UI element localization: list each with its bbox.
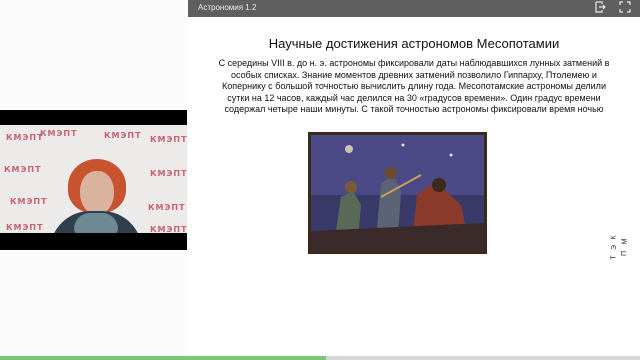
speaker-scarf [74,213,118,233]
backdrop-logo: КМЭПТ [104,131,142,140]
vertical-logo-letter: Э [611,244,619,251]
backdrop-logo: КМЭПТ [150,135,187,144]
video-progress-fill [0,356,327,360]
vertical-logo: К Э Т М П [610,232,632,266]
backdrop-logo: КМЭПТ [150,225,187,233]
vertical-logo-letter: Т [610,255,618,260]
slide-body-text: С середины VIII в. до н. э. астрономы фи… [218,58,610,114]
slide-header: Астрономия 1.2 [188,0,640,17]
exit-icon[interactable] [593,1,607,15]
speaker-face [80,171,114,215]
vertical-logo-letter: М [621,238,629,245]
backdrop-logo: КМЭПТ [10,197,48,206]
fullscreen-icon[interactable] [618,1,632,15]
backdrop-logo: КМЭПТ [6,223,44,232]
astronomers-illustration [308,132,487,254]
backdrop-logo: КМЭПТ [6,133,44,142]
slide-heading: Научные достижения астрономов Месопотами… [268,36,560,51]
webcam-video: КМЭПТ КМЭПТ КМЭПТ КМЭПТ КМЭПТ КМЭПТ КМЭПТ КМЭПТ… [0,125,187,233]
backdrop-logo: КМЭПТ [40,129,78,138]
vertical-logo-letter: П [621,250,629,257]
backdrop-logo: КМЭПТ [4,165,42,174]
backdrop-logo: КМЭПТ [148,203,186,212]
presentation-slide: Астрономия 1.2 Научные достижения астрон… [188,0,640,356]
webcam-panel: КМЭПТ КМЭПТ КМЭПТ КМЭПТ КМЭПТ КМЭПТ КМЭПТ КМЭПТ… [0,110,187,250]
backdrop-logo: КМЭПТ [150,169,187,178]
video-progress-bar[interactable] [0,356,640,360]
slide-title: Астрономия 1.2 [198,3,257,12]
vertical-logo-letter: К [610,235,618,240]
